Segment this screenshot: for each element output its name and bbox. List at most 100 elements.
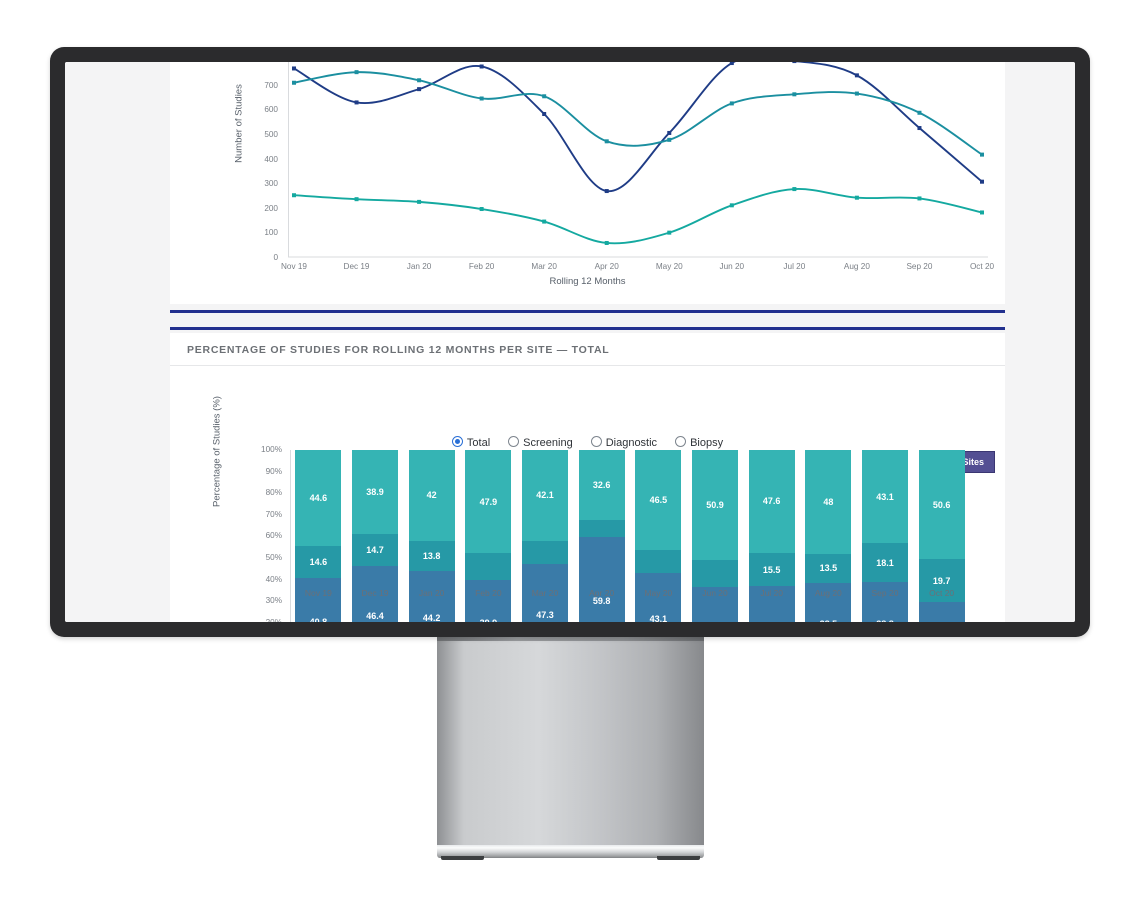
bar-segment-label: 47.6 xyxy=(762,496,781,507)
bar-segment-label: 42 xyxy=(426,490,437,501)
section-divider-bottom xyxy=(170,327,1005,330)
bar-segment-label: 36.7 xyxy=(706,621,724,622)
line-chart-x-tick: May 20 xyxy=(655,262,683,271)
bar-segment-label: 32.6 xyxy=(592,480,611,491)
line-chart-y-tick: 300 xyxy=(264,179,278,189)
bar-segment-label: 50.9 xyxy=(706,499,724,510)
line-chart-x-tick: Dec 19 xyxy=(343,262,370,271)
bar-segment-label: 50.6 xyxy=(932,499,951,510)
line-chart-y-tick: 0 xyxy=(273,253,278,262)
bar-chart-y-tick: 100% xyxy=(261,445,282,454)
bar-segment-label: 13.8 xyxy=(422,550,441,561)
bar-segment-middle xyxy=(635,550,682,573)
bar-segment-label: 47.3 xyxy=(536,609,554,620)
bar-segment-top: 32.6 xyxy=(578,450,625,521)
monitor-stand-foot-left xyxy=(441,856,484,860)
monitor-scene: PERCENTAGE OF STUDIES FOR ROLLING 12 MON… xyxy=(0,0,1140,900)
bar-segment-top: 38.9 xyxy=(352,450,398,535)
bar-chart-x-tick: Jul 20 xyxy=(760,588,783,598)
line-chart-y-tick: 500 xyxy=(264,129,278,139)
bar-segment-middle: 13.8 xyxy=(408,540,455,571)
radio-dot-icon[interactable] xyxy=(675,436,687,447)
line-chart-x-tick: Nov 19 xyxy=(281,262,307,271)
section-divider-top xyxy=(170,310,1005,313)
line-chart-y-axis-label: Number of Studies xyxy=(233,84,245,163)
radio-option-total[interactable]: Total xyxy=(451,436,490,449)
bar-segment-label: 47.9 xyxy=(479,496,498,507)
monitor-screen: PERCENTAGE OF STUDIES FOR ROLLING 12 MON… xyxy=(65,62,1075,622)
bar-segment-top: 47.6 xyxy=(748,450,795,553)
metric-radio-group[interactable]: Total Screening Diagnostic Biopsy xyxy=(170,436,1005,449)
monitor-stand-neck xyxy=(437,637,704,849)
bar-segment-bottom: 39.9 xyxy=(465,579,512,622)
bar-segment-bottom: 29.7 xyxy=(918,601,965,622)
line-chart-y-tick: 100 xyxy=(264,228,278,238)
bar-chart-x-tick: Mar 20 xyxy=(531,588,559,598)
line-chart-svg xyxy=(288,62,988,258)
bar-segment-top: 42 xyxy=(408,450,455,541)
bar-segment-top: 47.9 xyxy=(465,450,512,554)
bar-segment-label: 38.8 xyxy=(876,619,894,622)
bar-segment-top: 42.1 xyxy=(522,450,568,541)
bar-segment-top: 44.6 xyxy=(295,450,342,547)
bar-chart-y-tick: 50% xyxy=(265,553,282,562)
bar-segment-middle: 13.5 xyxy=(805,553,852,583)
bar-segment-top: 43.1 xyxy=(862,450,908,544)
bar-segment-label: 46.4 xyxy=(366,610,384,621)
bar-segment-middle xyxy=(522,540,568,564)
bar-chart-x-tick: Oct 20 xyxy=(929,588,955,598)
bar-segment-label: 19.7 xyxy=(932,575,951,586)
line-chart-x-tick: Jul 20 xyxy=(783,262,806,271)
line-chart-x-tick: Aug 20 xyxy=(843,262,870,271)
bar-segment-label: 43.1 xyxy=(649,614,668,622)
line-chart-x-tick: Feb 20 xyxy=(468,262,495,271)
line-chart-x-tick: Apr 20 xyxy=(594,262,619,271)
bar-segment-label: 40.8 xyxy=(309,616,328,622)
radio-option-screening[interactable]: Screening xyxy=(508,436,573,449)
bar-segment-label: 14.6 xyxy=(309,557,328,568)
line-chart-y-tick: 200 xyxy=(264,203,278,213)
radio-option-diagnostic[interactable]: Diagnostic xyxy=(590,436,657,449)
bar-segment-middle: 18.1 xyxy=(862,543,908,583)
bar-segment-bottom: 40.8 xyxy=(295,577,342,622)
bar-chart-x-tick: Dec 19 xyxy=(361,588,389,598)
line-chart-y-tick: 700 xyxy=(264,80,278,90)
radio-option-biopsy[interactable]: Biopsy xyxy=(675,436,723,449)
line-chart-x-tick: Oct 20 xyxy=(969,262,995,271)
bar-chart-y-tick: 90% xyxy=(265,466,282,476)
bar-segment-label: 43.1 xyxy=(876,491,894,502)
bar-segment-middle xyxy=(692,559,738,587)
bar-segment-label: 13.5 xyxy=(819,563,838,574)
radio-dot-icon[interactable] xyxy=(508,436,520,447)
bar-chart-y-tick: 30% xyxy=(265,596,282,606)
line-chart-x-tick: Jan 20 xyxy=(406,262,432,271)
bar-chart-x-tick: Nov 19 xyxy=(304,588,332,598)
bar-chart-x-tick: Feb 20 xyxy=(475,588,502,598)
bar-chart-x-tick: Jun 20 xyxy=(702,588,728,598)
bar-segment-middle: 14.6 xyxy=(295,546,342,578)
bar-segment-label: 39.9 xyxy=(480,618,498,622)
bar-chart-y-tick: 80% xyxy=(265,488,282,498)
bar-segment-label: 44.2 xyxy=(422,613,441,622)
line-chart: Number of Studies Rolling 12 Months 0 100… xyxy=(170,62,1005,304)
bar-chart-y-tick: 70% xyxy=(265,509,282,519)
bar-segment-label: 18.1 xyxy=(876,557,894,568)
bar-chart-x-tick: Sep 20 xyxy=(871,588,899,598)
line-chart-y-tick: 400 xyxy=(264,154,278,164)
bar-chart-y-axis-label: Percentage of Studies (%) xyxy=(211,396,223,507)
bar-segment-label: 42.1 xyxy=(536,490,554,501)
dashboard-page: PERCENTAGE OF STUDIES FOR ROLLING 12 MON… xyxy=(65,62,1075,622)
bar-segment-middle: 15.5 xyxy=(748,552,795,587)
bar-chart: Percentage of Studies (%) Total Screening… xyxy=(170,366,1005,622)
bar-segment-bottom: 59.8 xyxy=(578,536,625,622)
radio-dot-icon[interactable] xyxy=(590,436,602,447)
bar-segment-top: 46.5 xyxy=(635,450,682,551)
monitor-stand-foot-right xyxy=(657,856,700,860)
radio-dot-icon[interactable] xyxy=(451,436,463,447)
line-chart-x-axis-label: Rolling 12 Months xyxy=(549,276,626,287)
bar-segment-label: 14.7 xyxy=(366,544,384,555)
bar-segment-top: 50.6 xyxy=(918,450,965,560)
line-chart-x-tick: Sep 20 xyxy=(906,262,933,271)
bar-segment-top: 48 xyxy=(805,450,852,554)
bar-segment-middle xyxy=(578,520,625,537)
